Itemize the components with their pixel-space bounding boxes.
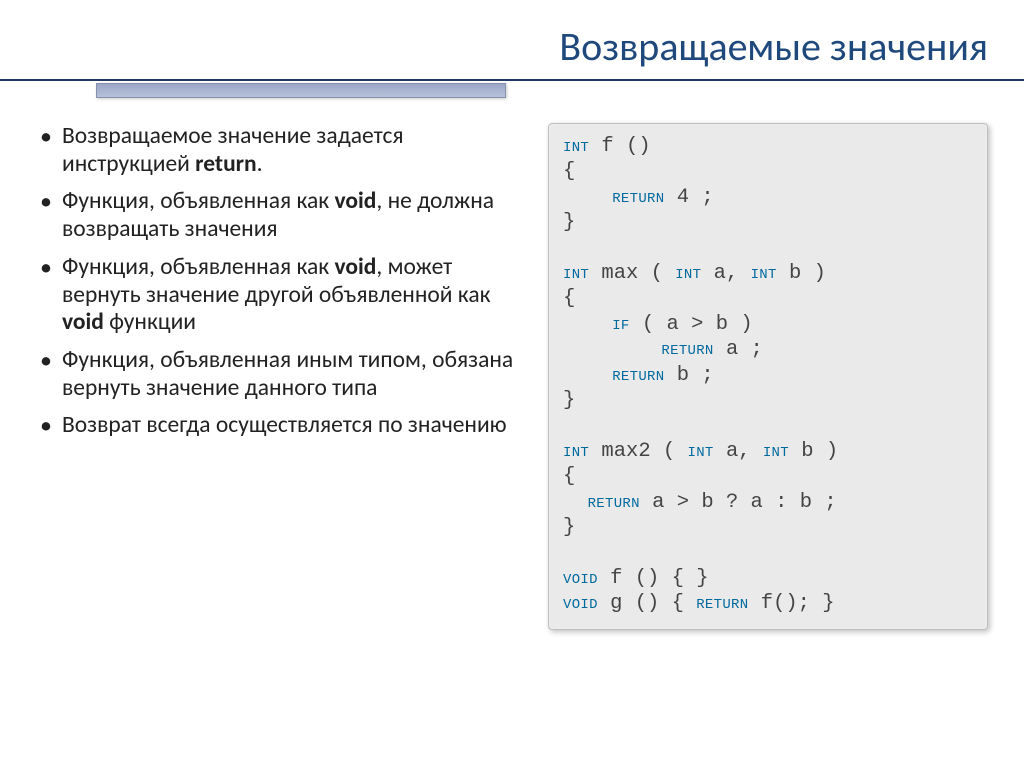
text: .	[257, 150, 263, 178]
kw-void: void	[563, 592, 598, 615]
code-text: b ;	[664, 364, 713, 387]
code-text: f () { }	[598, 567, 709, 590]
kw-int: int	[751, 262, 777, 285]
code-text: max2 (	[589, 440, 687, 463]
code-text: {	[563, 465, 575, 488]
list-item: Функция, объявленная как void, не должна…	[36, 188, 526, 243]
code-text: f ()	[589, 135, 651, 158]
kw-return: return	[588, 491, 640, 514]
code-text: a > b ? a : b ;	[640, 491, 837, 514]
title-divider	[0, 79, 1024, 97]
list-item: Функция, объявленная как void, может вер…	[36, 254, 526, 337]
kw-int: int	[563, 262, 589, 285]
divider-accent	[96, 83, 506, 98]
keyword-void: void	[335, 253, 377, 281]
kw-if: if	[612, 313, 629, 336]
code-text: a,	[701, 262, 750, 285]
keyword-void: void	[62, 308, 104, 336]
kw-int: int	[763, 440, 789, 463]
kw-int: int	[675, 262, 701, 285]
text: Функция, объявленная как	[62, 187, 335, 215]
code-text: g () {	[598, 592, 696, 615]
code-text: b )	[789, 440, 838, 463]
kw-return: return	[612, 364, 664, 387]
kw-int: int	[688, 440, 714, 463]
code-text: b )	[777, 262, 826, 285]
bullet-list: Возвращаемое значение задается инструкци…	[36, 123, 526, 440]
code-text: 4 ;	[664, 186, 713, 209]
code-text: a,	[714, 440, 763, 463]
content-row: Возвращаемое значение задается инструкци…	[0, 123, 1024, 630]
kw-return: return	[696, 592, 748, 615]
text: Возврат всегда осуществляется по значени…	[62, 411, 507, 439]
code-text: {	[563, 287, 575, 310]
list-item: Функция, объявленная иным типом, обязана…	[36, 347, 526, 402]
keyword-void: void	[335, 187, 377, 215]
code-text: }	[563, 389, 575, 412]
code-text: ( a > b )	[630, 313, 753, 336]
page-title: Возвращаемые значения	[0, 0, 1024, 79]
kw-void: void	[563, 567, 598, 590]
kw-return: return	[612, 186, 664, 209]
divider-line	[0, 79, 1024, 81]
kw-int: int	[563, 440, 589, 463]
list-item: Возвращаемое значение задается инструкци…	[36, 123, 526, 178]
code-text: {	[563, 160, 575, 183]
bullet-column: Возвращаемое значение задается инструкци…	[36, 123, 526, 630]
keyword-return: return	[195, 150, 256, 178]
code-panel: int f () { return 4 ; } int max ( int a,…	[548, 123, 988, 630]
kw-return: return	[661, 338, 713, 361]
code-text: max (	[589, 262, 675, 285]
code-text: }	[563, 516, 575, 539]
list-item: Возврат всегда осуществляется по значени…	[36, 412, 526, 440]
text: Функция, объявленная как	[62, 253, 335, 281]
code-text: a ;	[714, 338, 763, 361]
code-text: f(); }	[748, 592, 834, 615]
kw-int: int	[563, 135, 589, 158]
code-text: }	[563, 211, 575, 234]
text: Функция, объявленная иным типом, обязана…	[62, 346, 513, 402]
text: функции	[104, 308, 196, 336]
